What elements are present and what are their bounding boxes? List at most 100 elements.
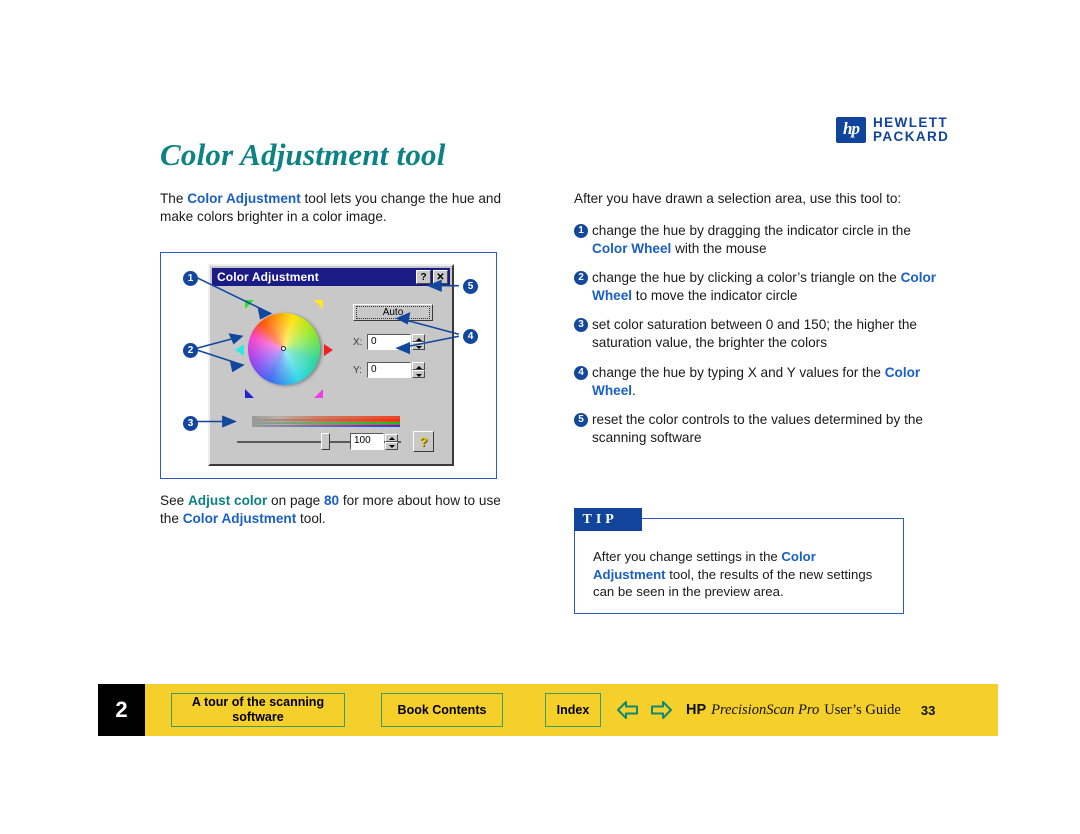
see-also-pre: See xyxy=(160,493,188,508)
saturation-band-red xyxy=(252,419,400,421)
chapter-number: 2 xyxy=(98,684,145,736)
y-stepper-up-icon[interactable] xyxy=(412,362,425,370)
list-item-text: change the hue by typing X and Y values … xyxy=(592,364,939,400)
list-item-text-pre: change the hue by clicking a color’s tri… xyxy=(592,270,901,286)
see-also-post: tool. xyxy=(296,511,326,527)
list-item-number-badge: 4 xyxy=(574,365,588,380)
right-column: After you have drawn a selection area, u… xyxy=(574,190,939,458)
list-item-text-post: . xyxy=(632,382,636,398)
saturation-preview-strip xyxy=(252,416,400,427)
footer-button-index[interactable]: Index xyxy=(545,693,601,727)
x-value-row: X: 0 xyxy=(353,334,425,350)
footer-navigation-arrows xyxy=(615,697,674,723)
guide-title: HP PrecisionScan Pro User’s Guide xyxy=(686,702,901,719)
x-stepper-down-icon[interactable] xyxy=(412,342,425,350)
hp-logo-line1: HEWLETT xyxy=(873,115,949,130)
help-button[interactable]: ? xyxy=(413,431,434,452)
intro-paragraph: The Color Adjustment tool lets you chang… xyxy=(160,190,518,226)
hp-logo-mark-icon: hp xyxy=(836,116,866,143)
list-item: 3 set color saturation between 0 and 150… xyxy=(574,316,939,352)
right-intro-paragraph: After you have drawn a selection area, u… xyxy=(574,191,902,206)
see-also-paragraph: See Adjust color on page 80 for more abo… xyxy=(160,492,510,528)
dialog-title-text: Color Adjustment xyxy=(217,270,319,284)
list-item-number-badge: 3 xyxy=(574,318,588,333)
page-title: Color Adjustment tool xyxy=(160,137,446,172)
x-stepper-up-icon[interactable] xyxy=(412,334,425,342)
list-item-number-badge: 1 xyxy=(574,224,588,239)
x-input[interactable]: 0 xyxy=(367,334,411,350)
list-item-number-badge: 5 xyxy=(574,412,588,427)
see-also-link-adjust-color[interactable]: Adjust color xyxy=(188,493,267,508)
list-item-text-pre: reset the color controls to the values d… xyxy=(592,411,923,445)
intro-pre: The xyxy=(160,191,188,206)
callout-5: 5 xyxy=(463,279,478,294)
dialog-help-icon[interactable]: ? xyxy=(416,270,431,284)
list-item-link-color-wheel[interactable]: Color Wheel xyxy=(592,241,671,256)
y-value-row: Y: 0 xyxy=(353,362,425,378)
y-input[interactable]: 0 xyxy=(367,362,411,378)
color-triangle-green[interactable] xyxy=(245,300,254,309)
dialog-body: Auto X: 0 Y: 0 100 ? xyxy=(210,286,452,468)
guide-product: PrecisionScan Pro xyxy=(711,701,820,718)
saturation-stepper[interactable] xyxy=(385,433,398,450)
color-triangle-yellow[interactable] xyxy=(314,300,323,309)
forward-arrow-icon[interactable] xyxy=(648,697,674,723)
color-triangle-magenta[interactable] xyxy=(314,389,323,398)
tip-text: After you change settings in the Color A… xyxy=(593,548,885,601)
footer-button-tour[interactable]: A tour of the scanning software xyxy=(171,693,345,727)
page-number: 33 xyxy=(920,702,936,718)
hp-logo: hp HEWLETT PACKARD xyxy=(836,116,949,144)
color-triangle-blue[interactable] xyxy=(245,389,254,398)
list-item-text: change the hue by clicking a color’s tri… xyxy=(592,269,939,305)
close-icon[interactable]: ✕ xyxy=(433,270,448,284)
saturation-slider-thumb[interactable] xyxy=(321,433,330,450)
tip-text-pre: After you change settings in the xyxy=(593,549,782,564)
saturation-stepper-up-icon[interactable] xyxy=(385,433,398,442)
list-item-number-badge: 2 xyxy=(574,271,588,286)
list-item-text-pre: change the hue by typing X and Y values … xyxy=(592,364,885,380)
see-also-mid1: on page xyxy=(267,493,324,508)
list-item: 1 change the hue by dragging the indicat… xyxy=(574,222,939,258)
x-stepper[interactable] xyxy=(412,334,425,350)
saturation-stepper-down-icon[interactable] xyxy=(385,441,398,450)
list-item-text-pre: set color saturation between 0 and 150; … xyxy=(592,317,917,351)
tip-box: TIP After you change settings in the Col… xyxy=(573,508,904,614)
hp-logo-line2: PACKARD xyxy=(873,128,950,144)
color-wheel-control[interactable] xyxy=(233,298,335,400)
list-item-text-post: to move the indicator circle xyxy=(632,288,798,304)
list-item-text-post: with the mouse xyxy=(671,241,767,257)
y-label: Y: xyxy=(353,364,362,376)
guide-label: User’s Guide xyxy=(824,701,901,718)
callout-4: 4 xyxy=(463,329,478,344)
see-also-link-color-adjustment[interactable]: Color Adjustment xyxy=(183,511,297,526)
footer-button-book-contents[interactable]: Book Contents xyxy=(381,693,503,727)
auto-button-label: Auto xyxy=(356,306,430,319)
left-column: The Color Adjustment tool lets you chang… xyxy=(160,190,518,226)
guide-brand: HP xyxy=(686,701,707,718)
color-triangle-red[interactable] xyxy=(324,344,333,356)
see-also-page-number[interactable]: 80 xyxy=(324,493,339,508)
list-item: 4 change the hue by typing X and Y value… xyxy=(574,364,939,400)
color-wheel-indicator-circle[interactable] xyxy=(281,346,286,351)
footer-bar: 2 A tour of the scanning software Book C… xyxy=(98,684,998,736)
list-item-text-pre: change the hue by dragging the indicator… xyxy=(592,223,911,239)
auto-button[interactable]: Auto xyxy=(353,304,433,321)
callout-3: 3 xyxy=(183,416,198,431)
y-stepper[interactable] xyxy=(412,362,425,378)
y-stepper-down-icon[interactable] xyxy=(412,370,425,378)
tip-label: TIP xyxy=(573,508,642,531)
back-arrow-icon[interactable] xyxy=(615,697,641,723)
saturation-value-row: 100 xyxy=(350,433,398,450)
list-item-text: change the hue by dragging the indicator… xyxy=(592,222,939,258)
saturation-input[interactable]: 100 xyxy=(350,433,384,450)
intro-link-color-adjustment[interactable]: Color Adjustment xyxy=(187,191,301,206)
numbered-instruction-list: 1 change the hue by dragging the indicat… xyxy=(574,222,939,447)
color-adjustment-dialog: Color Adjustment ? ✕ Auto X: 0 Y: 0 100 … xyxy=(208,264,454,466)
hp-logo-mark-text: hp xyxy=(843,119,860,139)
saturation-band-blue xyxy=(252,424,400,427)
list-item: 5 reset the color controls to the values… xyxy=(574,411,939,447)
page-canvas: hp HEWLETT PACKARD Color Adjustment tool… xyxy=(0,0,1080,834)
color-triangle-cyan[interactable] xyxy=(235,344,244,356)
hp-logo-wordmark: HEWLETT PACKARD xyxy=(873,116,949,144)
callout-2: 2 xyxy=(183,343,198,358)
